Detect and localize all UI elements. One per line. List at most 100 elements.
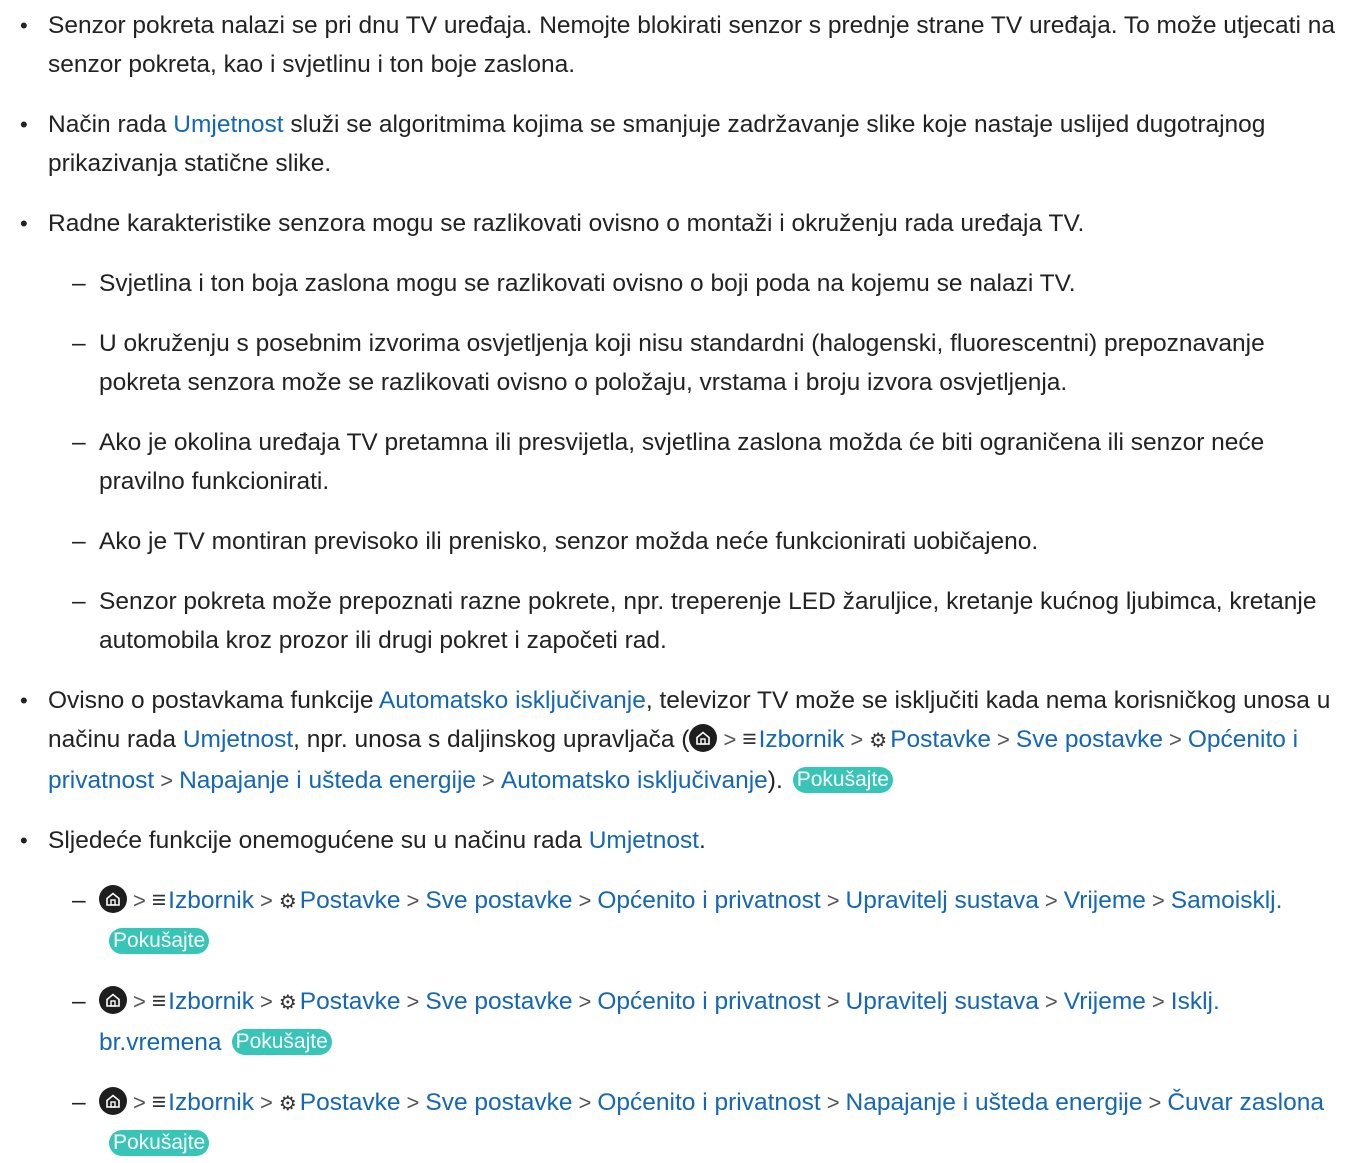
dash-marker: – xyxy=(72,988,86,1015)
sub-list-item: – Ako je TV montiran previsoko ili preni… xyxy=(0,522,1344,561)
sub-list-item: – > ≡Izbornik > ⚙ Postavke > Sve postavke > Opće… xyxy=(0,881,1344,961)
list-item: • Senzor pokreta nalazi se pri dnu TV ur… xyxy=(0,6,1344,84)
chevron-right-icon: > xyxy=(850,727,864,752)
list-item: • Radne karakteristike senzora mogu se r… xyxy=(0,204,1344,243)
dash-marker: – xyxy=(72,887,86,914)
path-link[interactable]: Postavke xyxy=(300,1089,401,1116)
chevron-right-icon: > xyxy=(578,1090,592,1115)
home-icon xyxy=(689,724,718,752)
dash-marker: – xyxy=(72,1089,86,1116)
path-link[interactable]: Izbornik xyxy=(759,726,845,753)
path-link[interactable]: Napajanje i ušteda energije xyxy=(846,1089,1143,1116)
dash-marker: – xyxy=(72,528,86,555)
try-button[interactable]: Pokušajte xyxy=(792,767,893,793)
path-link[interactable]: Sve postavke xyxy=(425,1089,572,1116)
document-body: • Senzor pokreta nalazi se pri dnu TV ur… xyxy=(0,0,1352,1163)
chevron-right-icon: > xyxy=(1148,1090,1162,1115)
item-text: Sljedeće funkcije onemogućene su u način… xyxy=(48,827,589,854)
item-text: Ako je okolina uređaja TV pretamna ili p… xyxy=(99,429,1265,495)
item-text: , npr. unosa s daljinskog upravljača ( xyxy=(293,726,690,753)
path-link[interactable]: Izbornik xyxy=(168,988,254,1015)
path-link[interactable]: Samoisklj. xyxy=(1171,887,1283,914)
sub-list-item: – U okruženju s posebnim izvorima osvjet… xyxy=(0,324,1344,402)
bullet-marker: • xyxy=(20,13,28,38)
auto-off-link[interactable]: Automatsko isključivanje xyxy=(379,687,646,714)
chevron-right-icon: > xyxy=(259,888,273,913)
chevron-right-icon: > xyxy=(1044,888,1058,913)
dash-marker: – xyxy=(72,330,86,357)
bullet-marker: • xyxy=(20,112,28,137)
sub-list-item: – Svjetlina i ton boja zaslona mogu se r… xyxy=(0,264,1344,303)
chevron-right-icon: > xyxy=(1168,727,1182,752)
item-text: Ovisno o postavkama funkcije xyxy=(48,687,379,714)
path-link[interactable]: Napajanje i ušteda energije xyxy=(179,767,476,794)
chevron-right-icon: > xyxy=(578,989,592,1014)
path-link[interactable]: Vrijeme xyxy=(1064,887,1146,914)
try-button[interactable]: Pokušajte xyxy=(231,1029,332,1055)
gear-icon: ⚙ xyxy=(278,891,297,913)
chevron-right-icon: > xyxy=(1151,888,1165,913)
item-text: Način rada xyxy=(48,111,174,138)
chevron-right-icon: > xyxy=(133,989,146,1014)
home-icon xyxy=(99,986,127,1014)
path-link[interactable]: Vrijeme xyxy=(1064,988,1146,1015)
gear-icon: ⚙ xyxy=(278,1093,297,1115)
path-link[interactable]: Izbornik xyxy=(168,1089,254,1116)
item-text: Senzor pokreta može prepoznati razne pok… xyxy=(99,588,1317,654)
path-link[interactable]: Upravitelj sustava xyxy=(846,887,1039,914)
bullet-marker: • xyxy=(20,211,28,236)
path-link[interactable]: Sve postavke xyxy=(425,988,572,1015)
chevron-right-icon: > xyxy=(160,768,174,793)
chevron-right-icon: > xyxy=(997,727,1010,752)
path-link[interactable]: Automatsko isključivanje xyxy=(501,767,768,794)
chevron-right-icon: > xyxy=(406,989,420,1014)
path-link[interactable]: Izbornik xyxy=(168,887,254,914)
sub-list-item: – Ako je okolina uređaja TV pretamna ili… xyxy=(0,423,1344,501)
chevron-right-icon: > xyxy=(482,768,495,793)
dash-marker: – xyxy=(72,588,86,615)
item-text: Senzor pokreta nalazi se pri dnu TV uređ… xyxy=(48,12,1335,78)
path-link[interactable]: Postavke xyxy=(300,988,401,1015)
gear-icon: ⚙ xyxy=(869,730,888,752)
item-text: ). xyxy=(767,767,783,794)
try-button[interactable]: Pokušajte xyxy=(109,928,210,954)
menu-icon: ≡ xyxy=(742,726,757,753)
sub-list-item: – > ≡Izbornik > ⚙ Postavke > Sve postavke > Opće… xyxy=(0,1083,1344,1163)
path-link[interactable]: Sve postavke xyxy=(1016,726,1163,753)
menu-icon: ≡ xyxy=(151,988,167,1015)
dash-marker: – xyxy=(72,429,86,456)
list-item: • Ovisno o postavkama funkcije Automatsk… xyxy=(0,681,1344,800)
chevron-right-icon: > xyxy=(578,888,592,913)
umjetnost-link[interactable]: Umjetnost xyxy=(173,111,283,138)
chevron-right-icon: > xyxy=(259,1090,273,1115)
item-text: Svjetlina i ton boja zaslona mogu se raz… xyxy=(99,270,1076,297)
umjetnost-link[interactable]: Umjetnost xyxy=(589,827,699,854)
path-link[interactable]: Općenito i privatnost xyxy=(597,988,820,1015)
chevron-right-icon: > xyxy=(1151,989,1165,1014)
path-link[interactable]: Općenito i privatnost xyxy=(597,887,820,914)
gear-icon: ⚙ xyxy=(278,992,297,1014)
chevron-right-icon: > xyxy=(723,727,737,752)
chevron-right-icon: > xyxy=(826,1090,840,1115)
chevron-right-icon: > xyxy=(826,989,840,1014)
list-item: • Način rada Umjetnost služi se algoritm… xyxy=(0,105,1344,183)
list-item: • Sljedeće funkcije onemogućene su u nač… xyxy=(0,821,1344,860)
chevron-right-icon: > xyxy=(826,888,840,913)
sub-list-item: – Senzor pokreta može prepoznati razne p… xyxy=(0,582,1344,660)
bullet-marker: • xyxy=(20,828,28,853)
path-link[interactable]: Postavke xyxy=(300,887,401,914)
chevron-right-icon: > xyxy=(259,989,273,1014)
path-link[interactable]: Općenito i privatnost xyxy=(597,1089,820,1116)
path-link[interactable]: Sve postavke xyxy=(425,887,572,914)
bullet-marker: • xyxy=(20,688,28,713)
path-link[interactable]: Upravitelj sustava xyxy=(846,988,1039,1015)
umjetnost-link[interactable]: Umjetnost xyxy=(183,726,293,753)
path-link[interactable]: Postavke xyxy=(890,726,991,753)
item-text: . xyxy=(699,827,706,854)
home-icon xyxy=(99,885,127,913)
path-link[interactable]: Čuvar zaslona xyxy=(1167,1089,1324,1116)
item-text: U okruženju s posebnim izvorima osvjetlj… xyxy=(99,330,1265,396)
dash-marker: – xyxy=(72,270,86,297)
item-text: Ako je TV montiran previsoko ili prenisk… xyxy=(99,528,1039,555)
try-button[interactable]: Pokušajte xyxy=(109,1130,210,1156)
